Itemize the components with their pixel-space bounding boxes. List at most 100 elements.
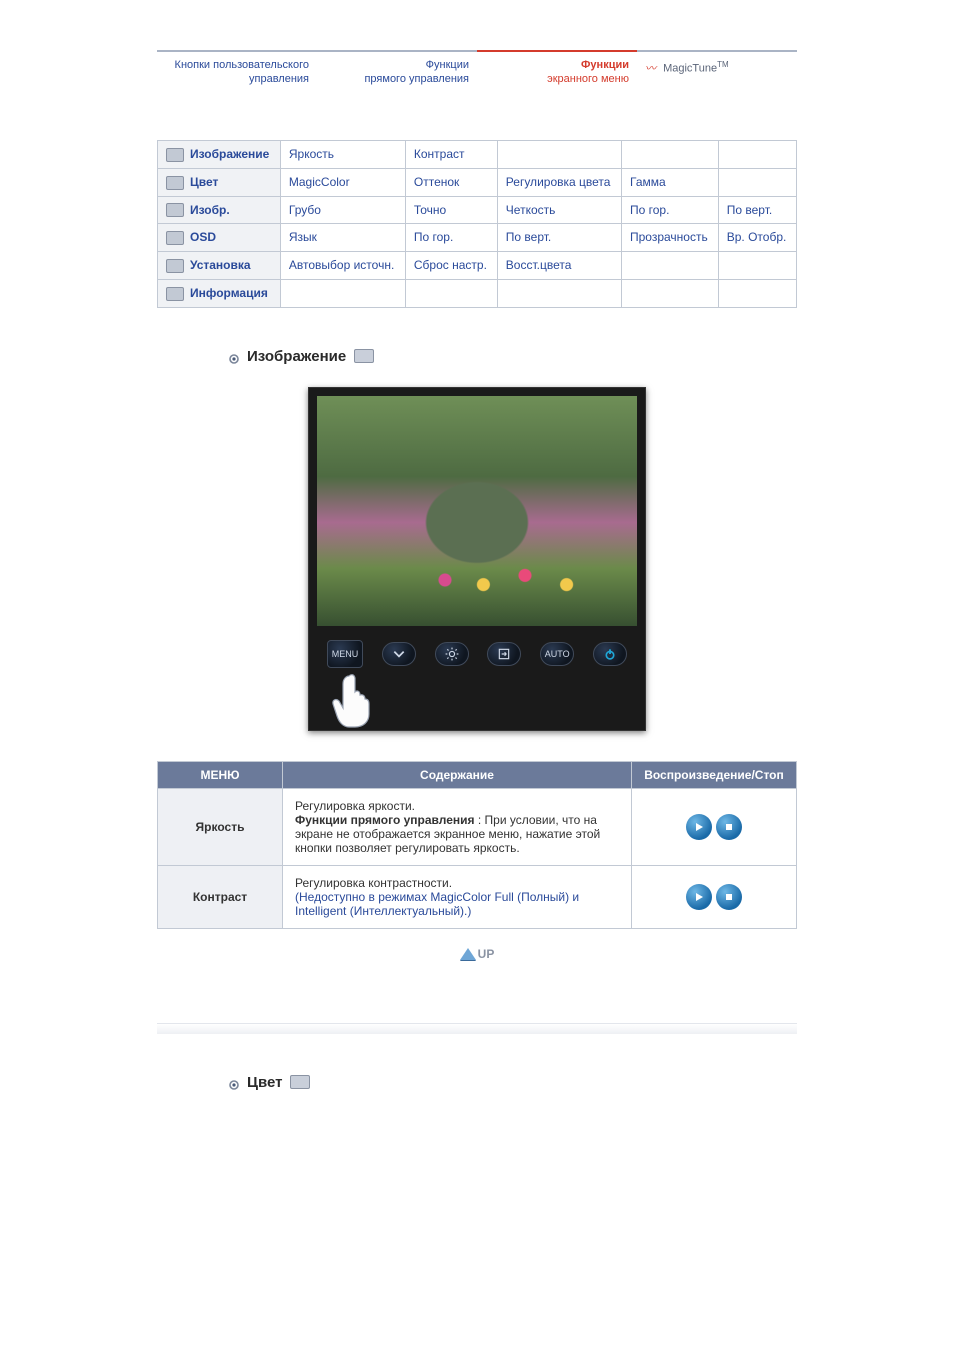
col-content: Содержание [283,761,632,788]
grid-cell-label: Четкость [506,203,556,217]
col-menu: МЕНЮ [158,761,283,788]
grid-cell[interactable]: Грубо [280,196,405,224]
grid-cell[interactable]: По гор. [622,196,719,224]
stop-button[interactable] [716,814,742,840]
grid-cell [622,280,719,308]
color-icon [290,1075,310,1089]
grid-cell[interactable]: По верт. [497,224,621,252]
scroll-up-button[interactable]: UP [460,947,495,961]
tab-label: MagicTune [663,63,717,75]
osd-auto-button[interactable]: AUTO [540,642,574,666]
bullet-icon [229,351,239,361]
grid-cell-label: Восст.цвета [506,258,572,272]
osd-power-button[interactable] [593,642,627,666]
grid-cell[interactable]: Автовыбор источн. [280,252,405,280]
grid-row-head[interactable]: Изобр. [158,196,281,224]
grid-cell [718,252,796,280]
grid-cell[interactable]: Точно [405,196,497,224]
grid-row-head[interactable]: Изображение [158,141,281,169]
grid-cell [718,141,796,169]
grid-row-head[interactable]: Установка [158,252,281,280]
grid-cell-label: Язык [289,230,317,244]
grid-cell[interactable]: Вр. Отобр. [718,224,796,252]
grid-cell[interactable]: Яркость [280,141,405,169]
play-button[interactable] [686,814,712,840]
desc-note: (Недоступно в режимах MagicColor Full (П… [295,890,579,918]
up-arrow-icon [460,948,476,960]
osd-enter-button[interactable] [487,642,521,666]
setup-icon [166,259,184,273]
grid-cell-label: Точно [414,203,446,217]
grid-cell-label: Прозрачность [630,230,708,244]
grid-cell-label: По верт. [506,230,551,244]
hand-pointer-icon [323,670,383,730]
tab-user-controls[interactable]: Кнопки пользовательского управления [157,50,317,90]
grid-cell-label: Контраст [414,147,465,161]
grid-cell[interactable]: Контраст [405,141,497,169]
grid-cell[interactable]: Прозрачность [622,224,719,252]
magictune-logo-icon: 〰 [645,63,656,75]
tab-direct-functions[interactable]: Функции прямого управления [317,50,477,90]
preview-photo [317,396,637,626]
osd-brightness-button[interactable] [435,642,469,666]
osd-menu-button[interactable]: MENU [327,640,363,668]
grid-cell [280,280,405,308]
grid-cell[interactable]: Восст.цвета [497,252,621,280]
menu-row-controls [632,865,797,928]
section-heading-color: Цвет [229,1074,797,1091]
grid-cell [718,168,796,196]
info-icon [166,287,184,301]
grid-row-head[interactable]: OSD [158,224,281,252]
grid-cell-label: Оттенок [414,175,459,189]
grid-cell[interactable]: Оттенок [405,168,497,196]
image-icon [166,203,184,217]
desc-text: Регулировка яркости. [295,799,415,813]
tab-label: Функции [485,58,629,72]
menu-row-desc: Регулировка яркости.Функции прямого упра… [283,788,632,865]
tab-label: Кнопки пользовательского [165,58,309,72]
osd-grid-table: Изображение Яркость Контраст Цвет MagicColor… [157,140,797,308]
tab-label: Функции [325,58,469,72]
grid-row-label: Изобр. [190,203,230,217]
grid-row-label: OSD [190,230,216,244]
grid-cell-label: По гор. [630,203,669,217]
grid-cell-label: Вр. Отобр. [727,230,787,244]
menu-row-desc: Регулировка контрастности.(Недоступно в … [283,865,632,928]
osd-button-label: AUTO [545,649,570,659]
grid-cell-label: Яркость [289,147,334,161]
tab-magictune[interactable]: 〰 MagicTuneTM [637,50,797,80]
grid-cell[interactable]: Регулировка цвета [497,168,621,196]
grid-row-label: Цвет [190,175,218,189]
grid-cell[interactable]: По гор. [405,224,497,252]
grid-cell [718,280,796,308]
grid-row-head[interactable]: Информация [158,280,281,308]
menu-item-name: Контраст [193,890,247,904]
tab-osd-functions[interactable]: Функции экранного меню [477,50,637,90]
menu-row-name: Яркость [158,788,283,865]
grid-cell-label: Гамма [630,175,666,189]
section-divider [157,1023,797,1034]
stop-button[interactable] [716,884,742,910]
desc-text: Регулировка контрастности. [295,876,452,890]
grid-cell-label: MagicColor [289,175,350,189]
grid-cell[interactable]: MagicColor [280,168,405,196]
grid-cell[interactable]: Сброс настр. [405,252,497,280]
up-label: UP [478,947,495,961]
osd-down-button[interactable] [382,642,416,666]
play-button[interactable] [686,884,712,910]
grid-cell-label: Автовыбор источн. [289,258,394,272]
grid-cell[interactable]: Гамма [622,168,719,196]
grid-cell [622,141,719,169]
grid-cell[interactable]: По верт. [718,196,796,224]
section-heading-image: Изображение [229,348,797,365]
grid-cell-label: Грубо [289,203,321,217]
desc-bold: Функции прямого управления [295,813,475,827]
menu-row-name: Контраст [158,865,283,928]
grid-cell[interactable]: Четкость [497,196,621,224]
grid-row-head[interactable]: Цвет [158,168,281,196]
grid-cell [497,280,621,308]
col-playstop: Воспроизведение/Стоп [632,761,797,788]
grid-cell [622,252,719,280]
tab-label: управления [165,72,309,86]
grid-cell[interactable]: Язык [280,224,405,252]
